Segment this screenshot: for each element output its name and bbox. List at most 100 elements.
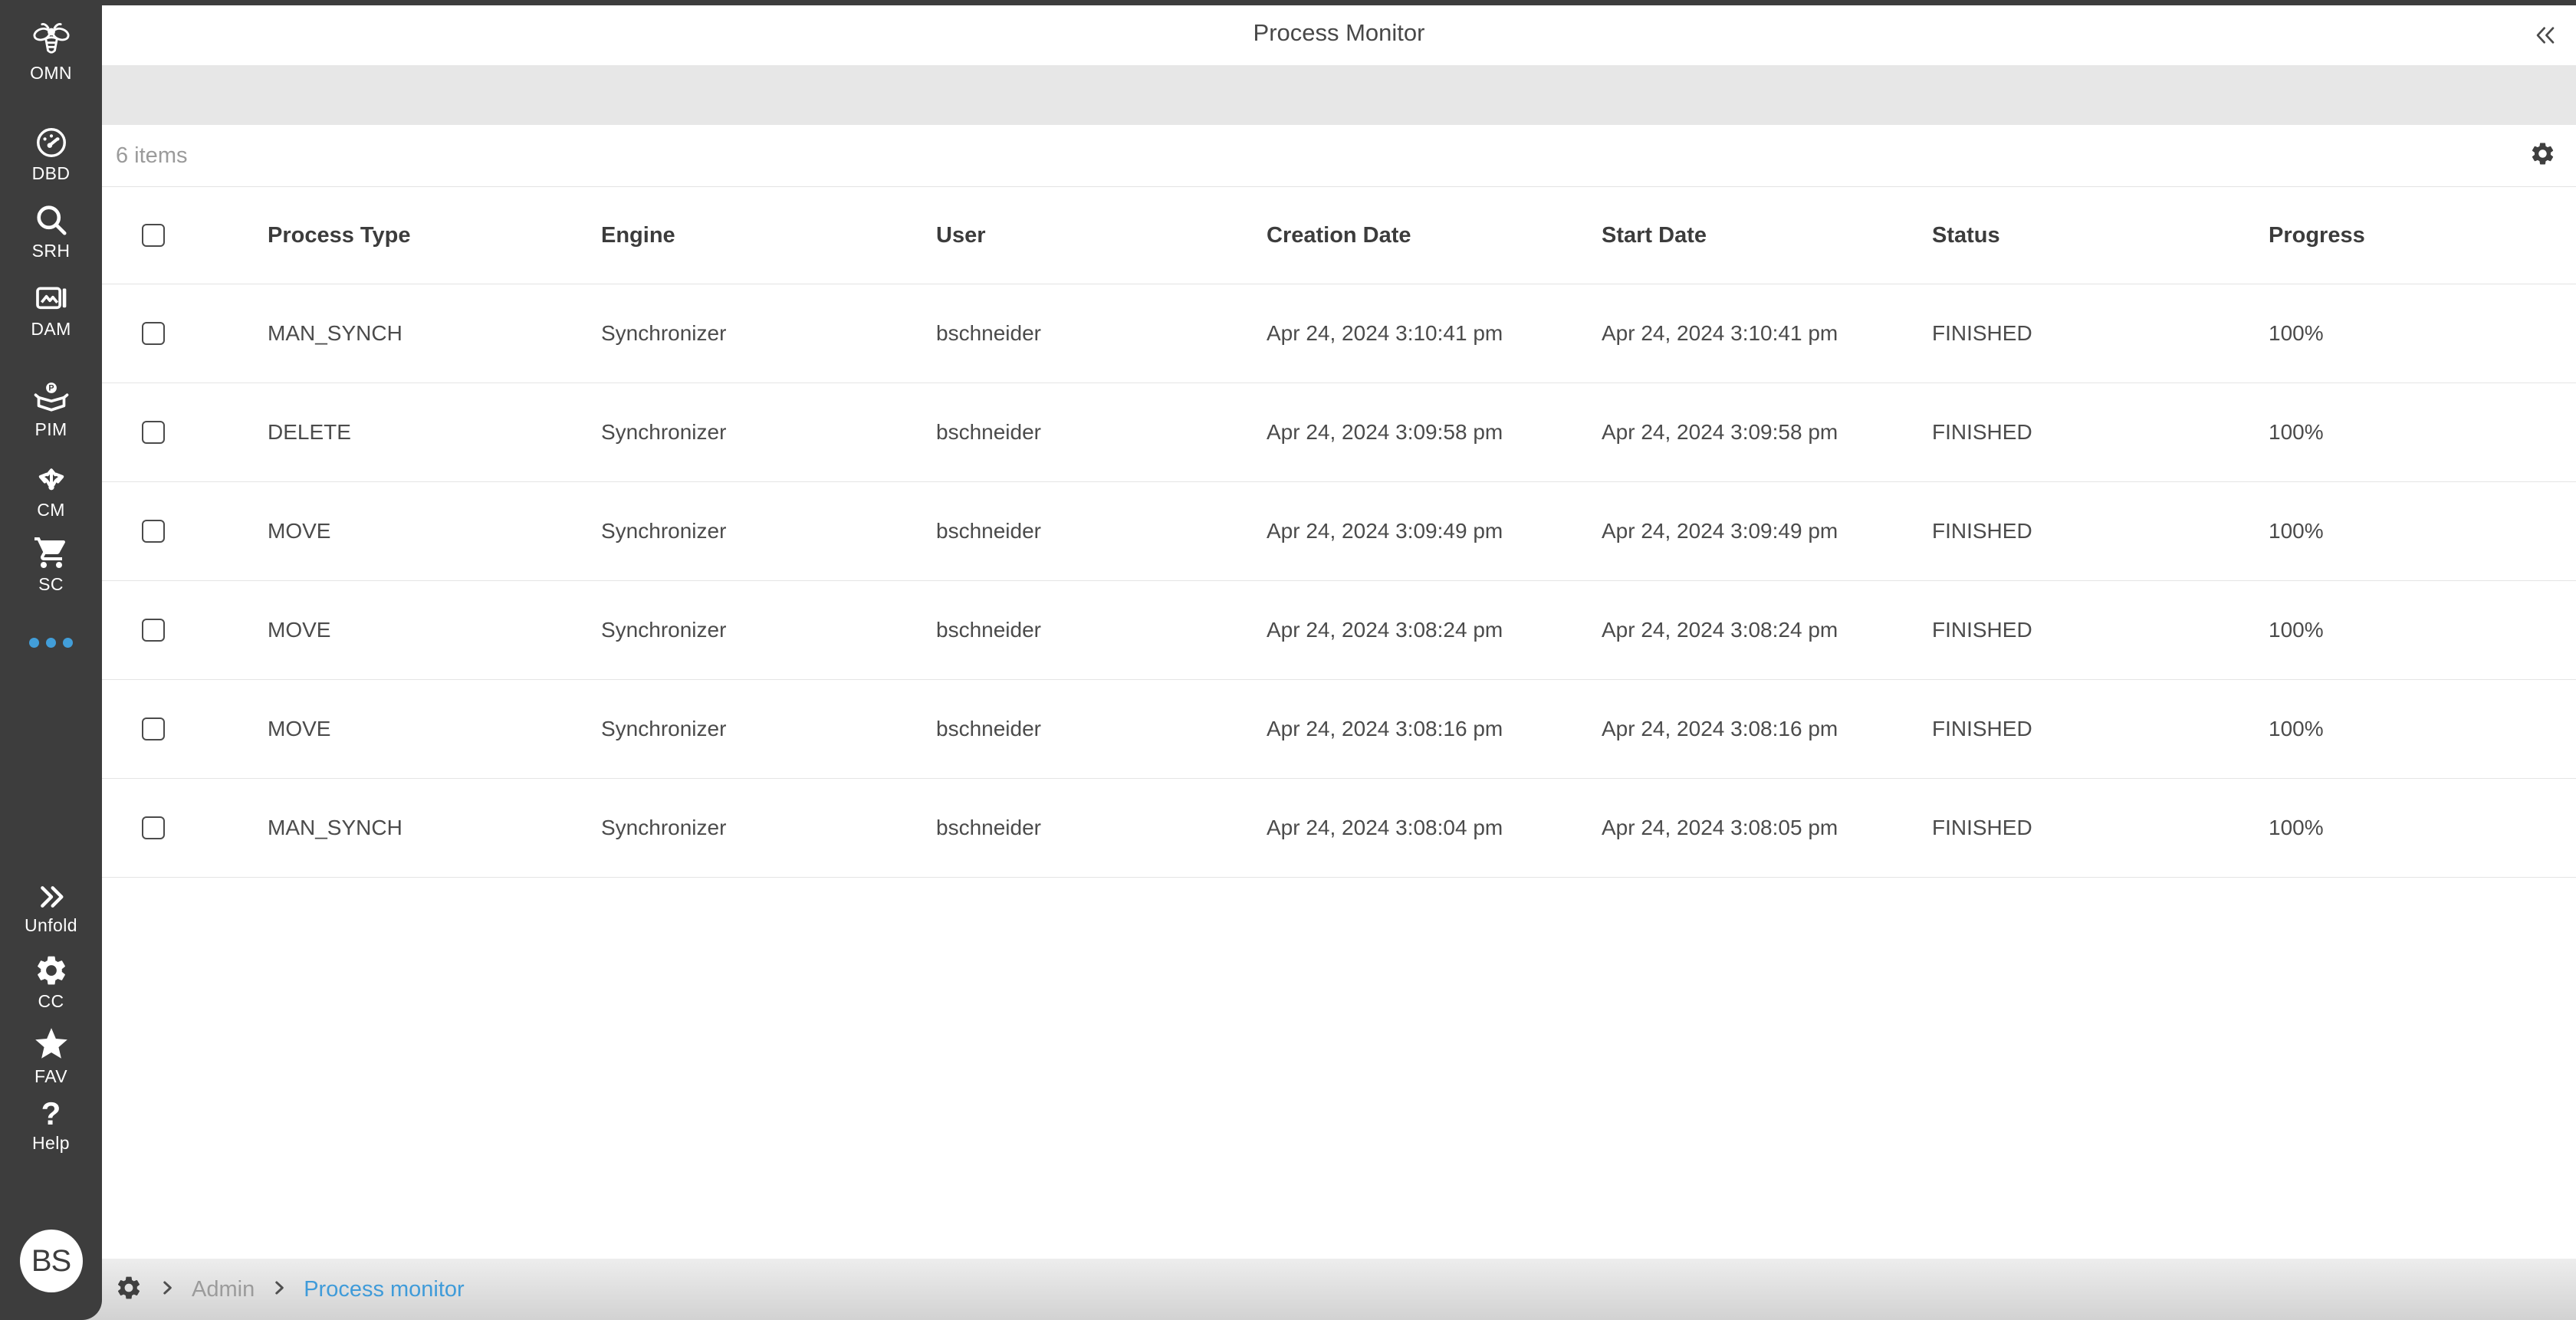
ellipsis-more-icon (29, 638, 73, 648)
cell-start-date: Apr 24, 2024 3:08:24 pm (1602, 618, 1932, 642)
cell-creation-date: Apr 24, 2024 3:08:04 pm (1267, 816, 1602, 840)
row-checkbox[interactable] (142, 520, 165, 543)
sidebar-item-profile[interactable]: BS (0, 1230, 102, 1292)
table-row[interactable]: MOVE Synchronizer bschneider Apr 24, 202… (102, 680, 2576, 779)
cell-engine: Synchronizer (601, 420, 936, 445)
cell-status: FINISHED (1932, 420, 2269, 445)
gear-icon (34, 953, 69, 988)
breadcrumb: Admin Process monitor (0, 1259, 2576, 1320)
sidebar-item-more[interactable] (0, 638, 102, 648)
table-row[interactable]: MAN_SYNCH Synchronizer bschneider Apr 24… (102, 284, 2576, 383)
column-header-user[interactable]: User (936, 223, 1267, 248)
row-checkbox[interactable] (142, 421, 165, 444)
main-content: Process Monitor 6 items Process Type Eng… (102, 0, 2576, 1320)
cell-creation-date: Apr 24, 2024 3:09:58 pm (1267, 420, 1602, 445)
row-checkbox[interactable] (142, 717, 165, 740)
sidebar-item-dam[interactable]: DAM (0, 281, 102, 338)
table-row[interactable]: MOVE Synchronizer bschneider Apr 24, 202… (102, 581, 2576, 680)
cell-start-date: Apr 24, 2024 3:08:05 pm (1602, 816, 1932, 840)
table-settings-icon[interactable] (2529, 140, 2556, 171)
cell-process-type: MOVE (268, 519, 601, 543)
cell-start-date: Apr 24, 2024 3:10:41 pm (1602, 321, 1932, 346)
sidebar-item-label: DAM (31, 320, 71, 338)
search-icon (34, 202, 69, 238)
secondary-toolbar (102, 65, 2576, 125)
cell-progress: 100% (2269, 816, 2576, 840)
cell-start-date: Apr 24, 2024 3:08:16 pm (1602, 717, 1932, 741)
avatar: BS (20, 1230, 83, 1292)
column-header-start-date[interactable]: Start Date (1602, 223, 1932, 248)
dashboard-gauge-icon (34, 125, 69, 160)
sidebar-item-label: Help (32, 1134, 70, 1152)
column-header-process-type[interactable]: Process Type (268, 223, 601, 248)
row-checkbox[interactable] (142, 619, 165, 642)
sidebar-item-dbd[interactable]: DBD (0, 125, 102, 182)
column-header-engine[interactable]: Engine (601, 223, 936, 248)
sidebar-item-label: FAV (34, 1068, 67, 1085)
select-all-checkbox[interactable] (142, 224, 165, 247)
column-header-status[interactable]: Status (1932, 223, 2269, 248)
shopping-cart-icon (33, 534, 70, 571)
cell-engine: Synchronizer (601, 321, 936, 346)
sidebar-item-omn[interactable]: OMN (0, 20, 102, 82)
cell-status: FINISHED (1932, 618, 2269, 642)
cell-user: bschneider (936, 717, 1267, 741)
admin-gear-icon[interactable] (115, 1274, 143, 1305)
sidebar-item-fav[interactable]: FAV (0, 1025, 102, 1085)
product-box-icon: P (34, 381, 69, 416)
cell-user: bschneider (936, 618, 1267, 642)
sidebar-item-cc[interactable]: CC (0, 953, 102, 1010)
sidebar-item-label: PIM (34, 421, 67, 438)
media-image-icon (34, 281, 69, 316)
cell-status: FINISHED (1932, 321, 2269, 346)
sidebar-item-label: OMN (30, 64, 72, 82)
cell-progress: 100% (2269, 420, 2576, 445)
cell-process-type: DELETE (268, 420, 601, 445)
cell-start-date: Apr 24, 2024 3:09:58 pm (1602, 420, 1932, 445)
sidebar-item-unfold[interactable]: Unfold (0, 882, 102, 934)
sidebar-item-label: CC (38, 993, 64, 1010)
list-toolbar: 6 items (102, 125, 2576, 187)
bee-logo-icon (31, 20, 71, 60)
cell-progress: 100% (2269, 618, 2576, 642)
page-title: Process Monitor (1254, 19, 1425, 47)
column-header-progress[interactable]: Progress (2269, 223, 2576, 248)
sidebar-item-help[interactable]: ? Help (0, 1098, 102, 1152)
chevron-right-icon (157, 1278, 177, 1302)
sidebar-item-label: DBD (32, 165, 71, 182)
cell-engine: Synchronizer (601, 717, 936, 741)
items-count: 6 items (116, 143, 187, 169)
cell-status: FINISHED (1932, 816, 2269, 840)
cell-progress: 100% (2269, 519, 2576, 543)
cell-start-date: Apr 24, 2024 3:09:49 pm (1602, 519, 1932, 543)
cell-engine: Synchronizer (601, 519, 936, 543)
question-mark-icon: ? (41, 1098, 61, 1130)
row-checkbox[interactable] (142, 816, 165, 839)
star-icon (32, 1025, 71, 1063)
breadcrumb-admin[interactable]: Admin (192, 1277, 255, 1302)
cell-progress: 100% (2269, 717, 2576, 741)
sidebar-item-sc[interactable]: SC (0, 534, 102, 593)
table-row[interactable]: DELETE Synchronizer bschneider Apr 24, 2… (102, 383, 2576, 482)
sidebar-item-pim[interactable]: P PIM (0, 381, 102, 438)
cell-creation-date: Apr 24, 2024 3:09:49 pm (1267, 519, 1602, 543)
column-header-creation-date[interactable]: Creation Date (1267, 223, 1602, 248)
cell-status: FINISHED (1932, 519, 2269, 543)
cell-process-type: MOVE (268, 618, 601, 642)
table-header-row: Process Type Engine User Creation Date S… (102, 187, 2576, 284)
sidebar-item-srh[interactable]: SRH (0, 202, 102, 260)
sidebar-item-label: CM (37, 501, 65, 519)
sidebar-item-label: SRH (32, 242, 71, 260)
cell-process-type: MAN_SYNCH (268, 816, 601, 840)
double-chevron-right-icon (36, 882, 67, 912)
breadcrumb-current[interactable]: Process monitor (304, 1277, 465, 1302)
sidebar-item-cm[interactable]: CM (0, 461, 102, 519)
cell-user: bschneider (936, 420, 1267, 445)
cell-creation-date: Apr 24, 2024 3:10:41 pm (1267, 321, 1602, 346)
row-checkbox[interactable] (142, 322, 165, 345)
collapse-panel-icon[interactable] (2533, 23, 2558, 51)
svg-text:P: P (48, 384, 54, 393)
table-row[interactable]: MAN_SYNCH Synchronizer bschneider Apr 24… (102, 779, 2576, 878)
sidebar-item-label: SC (38, 576, 64, 593)
table-row[interactable]: MOVE Synchronizer bschneider Apr 24, 202… (102, 482, 2576, 581)
